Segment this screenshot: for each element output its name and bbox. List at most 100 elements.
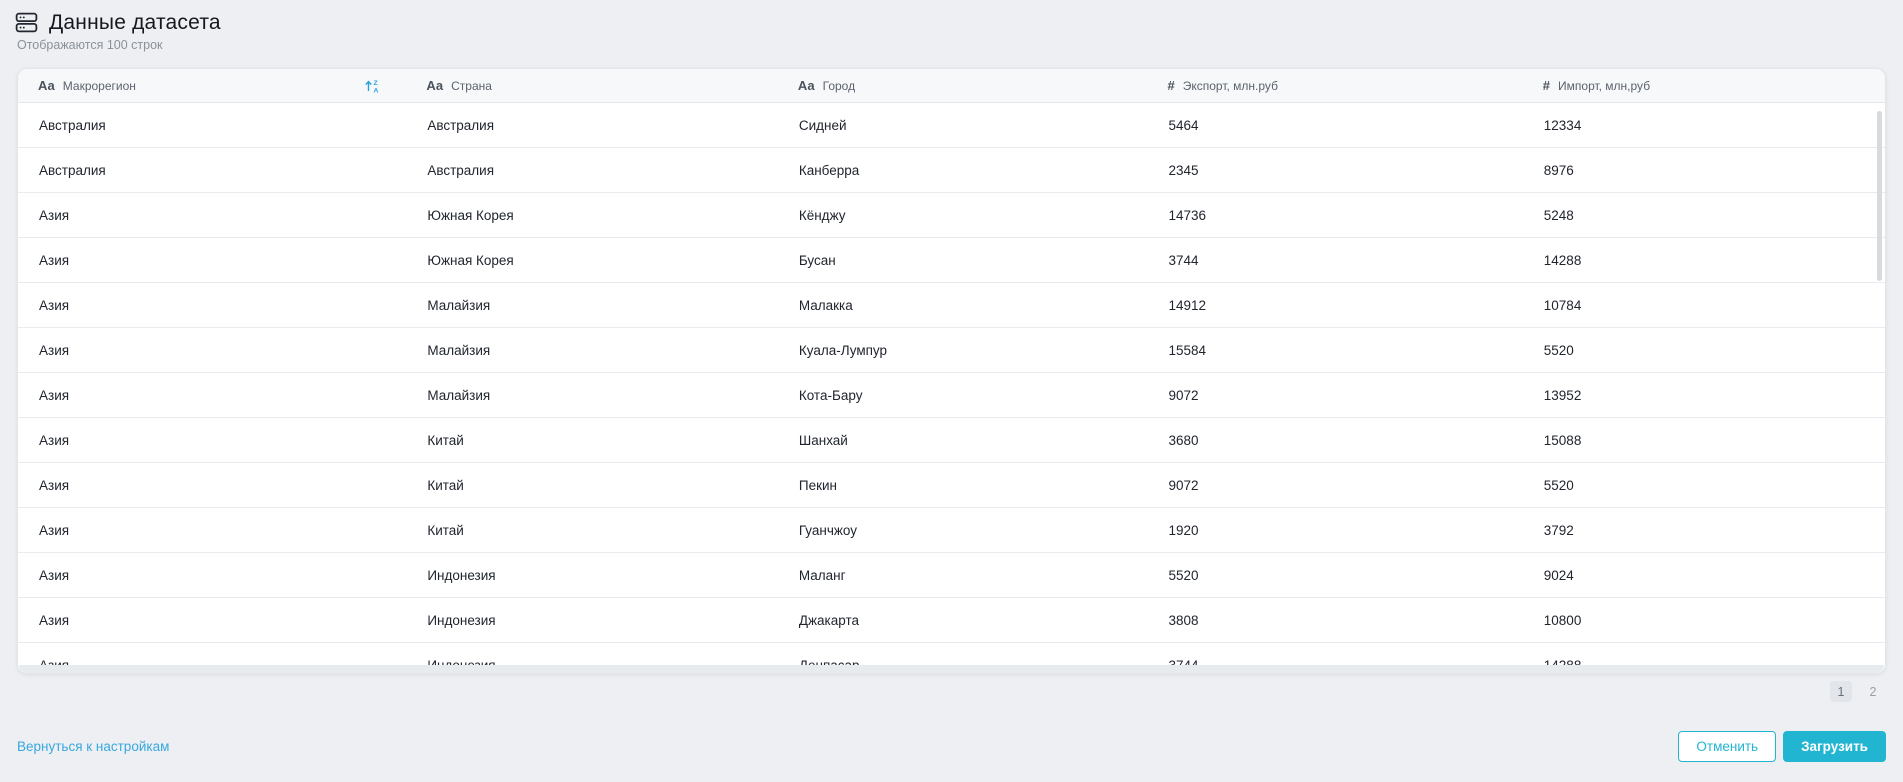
header-label: Страна xyxy=(451,78,492,93)
table-row: Азия Южная Корея Кёнджу 14736 5248 xyxy=(18,193,1885,238)
table-header: Аа Макрорегион Z A Аа Страна Аа Город # … xyxy=(18,69,1885,103)
table-cell-macroregion: Азия xyxy=(39,387,70,403)
table-cell-city: Кёнджу xyxy=(798,207,846,223)
table-cell-export: 9072 xyxy=(1168,477,1199,493)
table-cell-macroregion: Азия xyxy=(39,207,70,223)
table-cell-export: 3680 xyxy=(1168,432,1199,448)
table-cell-import: 10800 xyxy=(1543,612,1582,628)
back-to-settings-link[interactable]: Вернуться к настройкам xyxy=(17,739,169,754)
table-cell-macroregion: Азия xyxy=(39,612,70,628)
table-cell-import: 3792 xyxy=(1543,522,1574,538)
table-cell-macroregion: Азия xyxy=(39,342,70,358)
table-cell-country: Малайзия xyxy=(427,342,491,358)
header-cell-country[interactable]: Аа Страна xyxy=(406,69,778,102)
table-cell-country: Южная Корея xyxy=(427,207,514,223)
table-cell-import: 8976 xyxy=(1543,162,1574,178)
table-row: Австралия Австралия Канберра 2345 8976 xyxy=(18,148,1885,193)
table-cell-city: Куала-Лумпур xyxy=(798,342,888,358)
table-cell-export: 3808 xyxy=(1168,612,1199,628)
table-row: Азия Индонезия Маланг 5520 9024 xyxy=(18,553,1885,598)
table-cell-import: 9024 xyxy=(1543,567,1574,583)
table-row: Азия Южная Корея Бусан 3744 14288 xyxy=(18,238,1885,283)
header-label: Импорт, млн,руб xyxy=(1558,78,1651,93)
pagination: 1 2 xyxy=(0,681,1884,702)
table-row: Азия Малайзия Кота-Бару 9072 13952 xyxy=(18,373,1885,418)
table-cell-country: Индонезия xyxy=(427,567,496,583)
table-cell-city: Гуанчжоу xyxy=(798,522,857,538)
header-label: Макрорегион xyxy=(62,78,136,93)
table-body: Австралия Австралия Сидней 5464 12334 Ав… xyxy=(18,103,1885,673)
number-type-icon: # xyxy=(1167,78,1175,93)
table-cell-country: Китай xyxy=(427,522,464,538)
table-cell-export: 15584 xyxy=(1168,342,1207,358)
table-cell-import: 13952 xyxy=(1543,387,1582,403)
table-cell-macroregion: Азия xyxy=(39,522,70,538)
table-cell-macroregion: Азия xyxy=(39,297,70,313)
table-cell-country: Австралия xyxy=(427,117,495,133)
page-button-1[interactable]: 1 xyxy=(1830,681,1852,702)
upload-button[interactable]: Загрузить xyxy=(1783,731,1886,762)
table-row: Азия Малайзия Малакка 14912 10784 xyxy=(18,283,1885,328)
table-cell-macroregion: Азия xyxy=(39,432,70,448)
database-icon xyxy=(15,12,38,33)
table-cell-country: Малайзия xyxy=(427,297,491,313)
table-cell-macroregion: Австралия xyxy=(39,117,106,133)
page-header: Данные датасета Отображаются 100 строк xyxy=(0,0,1903,52)
table-cell-export: 3744 xyxy=(1168,252,1199,268)
table-cell-country: Индонезия xyxy=(427,612,496,628)
header-cell-export[interactable]: # Экспорт, млн.руб xyxy=(1148,69,1523,102)
svg-text:A: A xyxy=(374,87,379,94)
table-cell-country: Австралия xyxy=(427,162,495,178)
vertical-scrollbar-thumb[interactable] xyxy=(1877,111,1882,281)
svg-text:Z: Z xyxy=(374,80,378,87)
table-cell-macroregion: Азия xyxy=(39,477,70,493)
table-cell-export: 2345 xyxy=(1168,162,1199,178)
table-row: Азия Китай Шанхай 3680 15088 xyxy=(18,418,1885,463)
table-cell-export: 14912 xyxy=(1168,297,1207,313)
horizontal-scrollbar-track[interactable] xyxy=(19,665,1884,673)
table-cell-import: 15088 xyxy=(1543,432,1582,448)
table-cell-import: 5248 xyxy=(1543,207,1574,223)
sort-ascending-icon[interactable]: Z A xyxy=(364,78,380,94)
table-cell-city: Малакка xyxy=(798,297,853,313)
table-cell-macroregion: Австралия xyxy=(39,162,106,178)
table-cell-export: 14736 xyxy=(1168,207,1207,223)
table-row: Азия Малайзия Куала-Лумпур 15584 5520 xyxy=(18,328,1885,373)
table-cell-city: Маланг xyxy=(798,567,846,583)
table-cell-macroregion: Азия xyxy=(39,567,70,583)
table-cell-country: Южная Корея xyxy=(427,252,514,268)
text-type-icon: Аа xyxy=(797,78,815,93)
header-cell-import[interactable]: # Импорт, млн,руб xyxy=(1523,69,1885,102)
table-cell-import: 14288 xyxy=(1543,252,1582,268)
footer-bar: Вернуться к настройкам Отменить Загрузит… xyxy=(17,731,1886,762)
table-cell-import: 5520 xyxy=(1543,342,1574,358)
data-table: Аа Макрорегион Z A Аа Страна Аа Город # … xyxy=(17,68,1886,674)
table-cell-city: Шанхай xyxy=(798,432,848,448)
table-cell-export: 9072 xyxy=(1168,387,1199,403)
table-cell-city: Джакарта xyxy=(798,612,860,628)
header-label: Город xyxy=(822,78,856,93)
page-button-2[interactable]: 2 xyxy=(1862,681,1884,702)
table-cell-country: Малайзия xyxy=(427,387,491,403)
page-title: Данные датасета xyxy=(49,10,221,34)
table-cell-city: Кота-Бару xyxy=(798,387,863,403)
table-row: Азия Китай Гуанчжоу 1920 3792 xyxy=(18,508,1885,553)
text-type-icon: Аа xyxy=(426,78,444,93)
table-cell-macroregion: Азия xyxy=(39,252,70,268)
table-cell-import: 12334 xyxy=(1543,117,1582,133)
table-cell-export: 5464 xyxy=(1168,117,1199,133)
text-type-icon: Аа xyxy=(38,78,55,93)
table-cell-country: Китай xyxy=(427,432,464,448)
table-cell-country: Китай xyxy=(427,477,464,493)
table-row: Азия Индонезия Джакарта 3808 10800 xyxy=(18,598,1885,643)
table-cell-export: 5520 xyxy=(1168,567,1199,583)
header-cell-macroregion[interactable]: Аа Макрорегион Z A xyxy=(18,69,406,102)
header-cell-city[interactable]: Аа Город xyxy=(778,69,1148,102)
table-cell-city: Канберра xyxy=(798,162,860,178)
table-cell-import: 5520 xyxy=(1543,477,1574,493)
cancel-button[interactable]: Отменить xyxy=(1678,731,1777,762)
table-cell-city: Сидней xyxy=(798,117,847,133)
table-cell-city: Пекин xyxy=(798,477,837,493)
number-type-icon: # xyxy=(1542,78,1551,93)
table-row: Австралия Австралия Сидней 5464 12334 xyxy=(18,103,1885,148)
